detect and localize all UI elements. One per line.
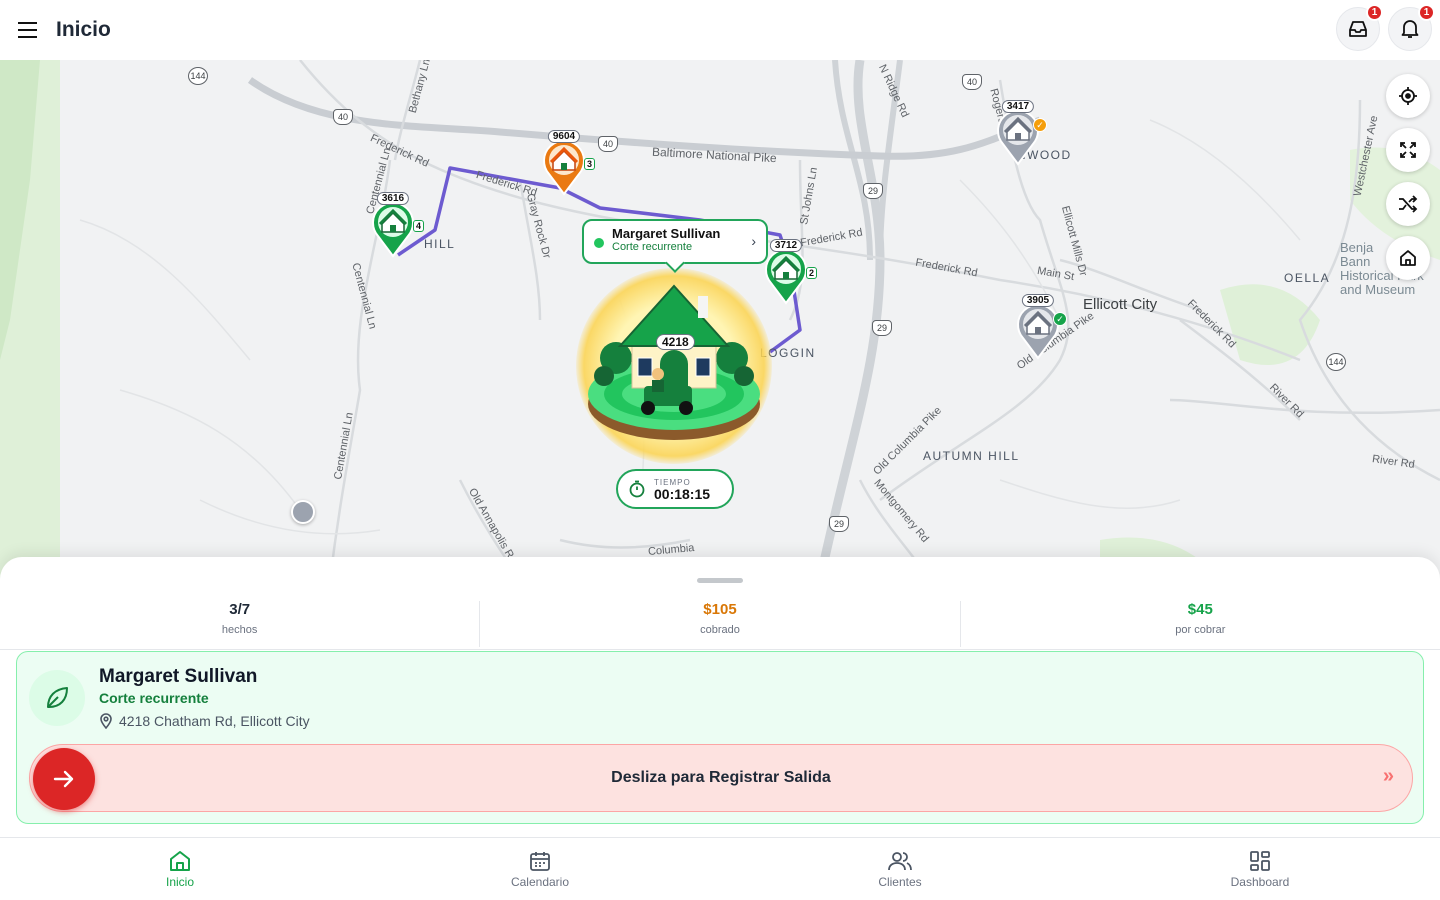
bottom-nav: Inicio Calendario Clientes Dashboard — [0, 837, 1440, 900]
calendar-icon — [530, 852, 550, 871]
users-icon — [888, 852, 912, 871]
nav-dashboard[interactable]: Dashboard — [1080, 838, 1440, 900]
house-pin-icon — [1017, 303, 1059, 360]
inbox-icon — [1349, 21, 1367, 37]
done-check-icon: ✓ — [1053, 312, 1067, 326]
stopwatch-icon — [629, 480, 645, 498]
stat-label: por cobrar — [1175, 624, 1226, 636]
notifications-button[interactable]: 1 — [1388, 4, 1435, 51]
route-shield: 29 — [863, 183, 883, 199]
pin-number: 9604 — [547, 130, 581, 143]
job-timer: TIEMPO 00:18:15 — [616, 469, 734, 509]
optimize-route-button[interactable] — [1386, 182, 1430, 226]
hamburger-icon — [18, 22, 37, 38]
job-pin[interactable]: 3905 ✓ — [1015, 294, 1067, 360]
address-text: 4218 Chatham Rd, Ellicott City — [119, 713, 310, 729]
stat-pending: $45 por cobrar — [961, 601, 1440, 647]
expand-icon — [1400, 142, 1416, 158]
inbox-badge: 1 — [1366, 4, 1383, 21]
service-type: Corte recurrente — [99, 690, 209, 706]
shuffle-icon — [1399, 195, 1418, 213]
active-job-marker[interactable]: 4218 — [576, 268, 772, 464]
pin-visit-count: 4 — [412, 220, 424, 232]
map-label: HILL — [424, 237, 456, 251]
home-icon — [170, 851, 190, 871]
job-pin[interactable]: 3417 ✓ — [995, 100, 1047, 166]
stat-label: cobrado — [700, 624, 740, 636]
home-base-button[interactable] — [1386, 236, 1430, 280]
service-avatar — [29, 670, 85, 726]
callout-service: Corte recurrente — [612, 241, 693, 253]
menu-button[interactable] — [0, 0, 56, 60]
job-pin[interactable]: 9604 3 — [541, 130, 595, 196]
inbox-button[interactable]: 1 — [1336, 4, 1383, 51]
sheet-drag-handle[interactable] — [697, 578, 743, 583]
route-shield: 144 — [1326, 353, 1346, 371]
bottom-sheet: 3/7 hechos $105 cobrado $45 por cobrar M… — [0, 557, 1440, 837]
customer-name: Margaret Sullivan — [99, 666, 258, 687]
nav-clients[interactable]: Clientes — [720, 838, 1080, 900]
nav-home[interactable]: Inicio — [0, 838, 360, 900]
slider-label: Desliza para Registrar Salida — [611, 769, 831, 786]
route-shield: 40 — [333, 109, 353, 125]
pending-check-icon: ✓ — [1033, 118, 1047, 132]
crosshair-icon — [1399, 87, 1417, 105]
nav-label: Dashboard — [1230, 875, 1290, 889]
page-title: Inicio — [56, 18, 111, 41]
chevron-right-icon: › — [751, 233, 756, 249]
locate-me-button[interactable] — [1386, 74, 1430, 118]
house-pin-icon — [543, 139, 585, 196]
map-view[interactable]: Frederick Rd Frederick Rd Frederick Rd F… — [0, 60, 1440, 580]
stat-value: 3/7 — [229, 601, 251, 618]
house-lawn-illustration — [588, 284, 760, 440]
app-header: Inicio 1 1 — [0, 0, 1440, 60]
fullscreen-button[interactable] — [1386, 128, 1430, 172]
nav-calendar[interactable]: Calendario — [360, 838, 720, 900]
daily-stats: 3/7 hechos $105 cobrado $45 por cobrar — [0, 601, 1440, 647]
pin-number: 3905 — [1021, 294, 1055, 307]
route-shield: 40 — [962, 74, 982, 90]
stat-label: hechos — [221, 624, 258, 636]
stat-value: $105 — [703, 601, 737, 618]
grid-icon — [1250, 851, 1270, 871]
current-job-card[interactable]: Margaret Sullivan Corte recurrente 4218 … — [16, 651, 1424, 824]
nav-label: Inicio — [165, 875, 194, 889]
house-pin-icon — [997, 109, 1039, 166]
pin-visit-count: 3 — [583, 158, 595, 170]
customer-address: 4218 Chatham Rd, Ellicott City — [99, 713, 310, 729]
status-dot — [594, 238, 604, 248]
map-pin-icon — [100, 713, 112, 729]
notifications-badge: 1 — [1418, 4, 1435, 21]
route-shield: 40 — [598, 136, 618, 152]
route-shield: 29 — [872, 320, 892, 336]
stat-collected: $105 cobrado — [480, 601, 961, 647]
house-pin-icon — [372, 201, 414, 258]
pin-visit-count: 2 — [805, 267, 817, 279]
map-label: Ellicott City — [1083, 296, 1158, 313]
callout-customer-name: Margaret Sullivan — [612, 226, 721, 241]
checkout-slider[interactable]: Desliza para Registrar Salida » — [29, 744, 1413, 812]
pin-number: 3417 — [1001, 100, 1035, 113]
nav-label: Clientes — [878, 875, 922, 889]
stat-completed: 3/7 hechos — [0, 601, 481, 647]
active-job-number: 4218 — [656, 334, 695, 350]
job-pin[interactable]: 3616 4 — [370, 192, 424, 258]
pin-number: 3616 — [376, 192, 410, 205]
bell-icon — [1401, 20, 1419, 38]
home-icon — [1400, 250, 1416, 266]
nav-label: Calendario — [510, 875, 570, 889]
poi-school-marker[interactable] — [291, 500, 315, 524]
route-shield: 144 — [188, 67, 208, 85]
active-job-callout[interactable]: Margaret Sullivan Corte recurrente › — [582, 219, 768, 264]
leaf-icon — [47, 687, 68, 708]
map-label: AUTUMN HILL — [923, 449, 1020, 463]
pin-number: 3712 — [769, 239, 803, 252]
stat-value: $45 — [1187, 601, 1213, 618]
divider — [0, 649, 1440, 650]
map-label: OELLA — [1284, 271, 1331, 285]
timer-value: 00:18:15 — [654, 485, 711, 502]
double-chevron-right-icon: » — [1382, 765, 1394, 787]
route-shield: 29 — [829, 516, 849, 532]
